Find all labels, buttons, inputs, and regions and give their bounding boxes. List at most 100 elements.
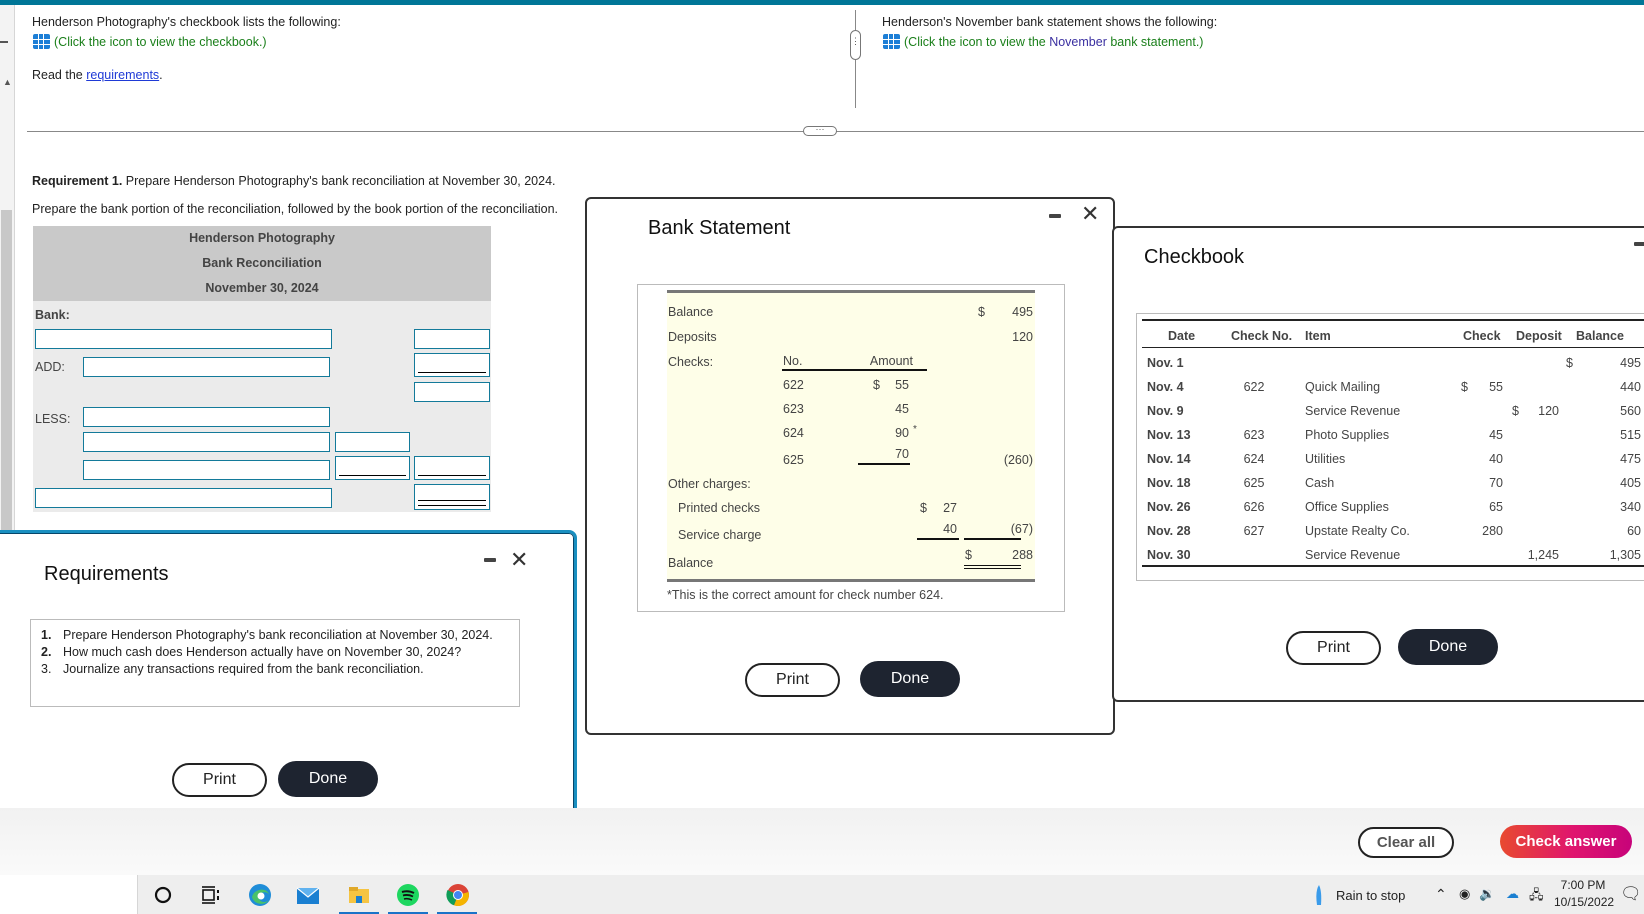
minimize-icon[interactable] [484, 558, 496, 562]
edge-browser-icon[interactable] [248, 883, 272, 907]
task-view-icon[interactable] [198, 883, 222, 907]
bank-balance-label-input[interactable] [35, 329, 332, 349]
check-footnote-mark: * [913, 424, 917, 435]
close-icon[interactable]: ✕ [1081, 203, 1099, 225]
clock-time[interactable]: 7:00 PM [1558, 878, 1608, 892]
table-grid-icon[interactable] [33, 34, 50, 49]
cell-check-no: 623 [1243, 428, 1265, 442]
mail-icon[interactable] [296, 883, 320, 907]
subtotal-input[interactable] [414, 382, 490, 402]
clear-all-button[interactable]: Clear all [1358, 827, 1454, 858]
read-suffix: . [159, 68, 163, 82]
print-button[interactable]: Print [745, 663, 840, 697]
table-grid-icon[interactable] [883, 34, 900, 49]
requirement-text: How much cash does Henderson actually ha… [63, 645, 462, 659]
volume-icon[interactable]: 🔉 [1479, 886, 1495, 902]
less-amount-2-input[interactable] [335, 456, 410, 480]
minimize-icon[interactable] [1634, 242, 1644, 246]
check-answer-button[interactable]: Check answer [1500, 825, 1632, 858]
less-item-2-input[interactable] [83, 432, 330, 452]
onedrive-cloud-icon[interactable]: ☁ [1506, 886, 1519, 902]
checkbook-link[interactable]: (Click the icon to view the checkbook.) [33, 34, 267, 49]
printed-checks-label: Printed checks [678, 501, 760, 515]
cortana-icon[interactable] [151, 883, 175, 907]
add-label: ADD: [35, 360, 65, 374]
done-button[interactable]: Done [860, 661, 960, 697]
network-icon[interactable]: 🖧 [1529, 886, 1544, 908]
cell-balance: 515 [1620, 428, 1641, 442]
weather-umbrella-icon[interactable] [1308, 883, 1332, 907]
bank-balance-amount-input[interactable] [414, 329, 490, 349]
checkbook-link-text[interactable]: (Click the icon to view the checkbook.) [54, 35, 267, 49]
less-amount-1-input[interactable] [335, 432, 410, 452]
adjusted-balance-amount-input[interactable] [414, 484, 490, 510]
col-amount-header: Amount [869, 354, 913, 368]
deposits-label: Deposits [668, 330, 717, 344]
footnote: *This is the correct amount for check nu… [667, 588, 944, 602]
balance-label: Balance [668, 305, 714, 319]
taskbar-search-area[interactable] [0, 875, 138, 914]
adjusted-balance-label-input[interactable] [35, 488, 332, 508]
chrome-icon[interactable] [446, 883, 470, 907]
print-button[interactable]: Print [172, 763, 267, 797]
statement-link-text-c[interactable]: bank statement.) [1107, 35, 1203, 49]
statement-link-month[interactable]: November [1049, 35, 1107, 49]
add-item-input[interactable] [83, 357, 330, 377]
collapse-dash-icon[interactable] [0, 41, 8, 43]
weather-text[interactable]: Rain to stop [1336, 888, 1405, 903]
notifications-icon[interactable]: 🗨 [1620, 884, 1642, 904]
read-prefix: Read the [32, 68, 87, 82]
file-explorer-icon[interactable] [347, 883, 371, 907]
print-button[interactable]: Print [1286, 631, 1381, 665]
reconciliation-date: November 30, 2024 [205, 281, 319, 295]
less-item-1-input[interactable] [83, 407, 330, 427]
cell-check-no: 622 [1243, 380, 1265, 394]
done-button[interactable]: Done [278, 761, 378, 797]
meet-now-icon[interactable]: ◉ [1459, 886, 1470, 902]
ending-balance-double-rule [964, 565, 1021, 569]
vertical-splitter-handle[interactable]: ⋮ [850, 30, 861, 60]
requirements-link[interactable]: requirements [86, 68, 159, 82]
requirement-item: 2. How much cash does Henderson actually … [41, 645, 509, 659]
bank-statement-title: Bank Statement [648, 217, 791, 239]
cell-item: Office Supplies [1305, 500, 1389, 514]
cell-item: Photo Supplies [1305, 428, 1390, 442]
cell-balance: 440 [1620, 380, 1641, 394]
cell-deposit-dollar: $ [1512, 404, 1519, 418]
cell-balance: 495 [1620, 356, 1641, 370]
done-button[interactable]: Done [1398, 629, 1498, 665]
header-date: Date [1168, 329, 1196, 343]
check-no: 624 [783, 426, 804, 440]
cell-balance: 405 [1620, 476, 1641, 490]
windows-taskbar: Rain to stop ⌃ ◉ 🔉 ☁ 🖧 7:00 PM 10/15/202… [0, 875, 1644, 914]
spotify-icon[interactable] [396, 883, 420, 907]
cell-balance: 560 [1620, 404, 1641, 418]
checks-label: Checks: [668, 355, 714, 369]
minimize-icon[interactable] [1049, 214, 1061, 218]
statement-link-text-a[interactable]: (Click the icon to view the [904, 35, 1049, 49]
scrollbar-thumb[interactable] [1, 210, 12, 532]
cell-date: Nov. 13 [1147, 428, 1191, 442]
cell-date: Nov. 26 [1147, 500, 1191, 514]
requirement-text: Prepare Henderson Photography's bank rec… [63, 628, 493, 642]
checks-subtotal-rule [858, 463, 910, 465]
less-item-3-input[interactable] [83, 460, 330, 480]
header-balance: Balance [1576, 329, 1624, 343]
close-icon[interactable]: ✕ [510, 549, 528, 571]
clock-date[interactable]: 10/15/2022 [1554, 895, 1614, 909]
cell-check: 55 [1489, 380, 1503, 394]
company-name: Henderson Photography [189, 231, 335, 245]
statement-link[interactable]: (Click the icon to view the November ban… [883, 34, 1203, 49]
printed-checks-value: 27 [943, 501, 957, 515]
check-amount: 45 [895, 402, 909, 416]
show-hidden-icons-chevron-icon[interactable]: ⌃ [1435, 886, 1447, 903]
cell-item: Service Revenue [1305, 404, 1401, 418]
less-total-input[interactable] [414, 456, 490, 480]
requirement-text: Journalize any transactions required fro… [63, 662, 424, 676]
horizontal-splitter-handle[interactable]: ··· [803, 125, 837, 136]
scroll-up-arrow-icon[interactable]: ▲ [3, 77, 12, 87]
check-no: 623 [783, 402, 804, 416]
add-amount-input[interactable] [414, 353, 490, 377]
requirement-item: 1. Prepare Henderson Photography's bank r… [41, 628, 509, 642]
total-rule [964, 538, 1021, 540]
